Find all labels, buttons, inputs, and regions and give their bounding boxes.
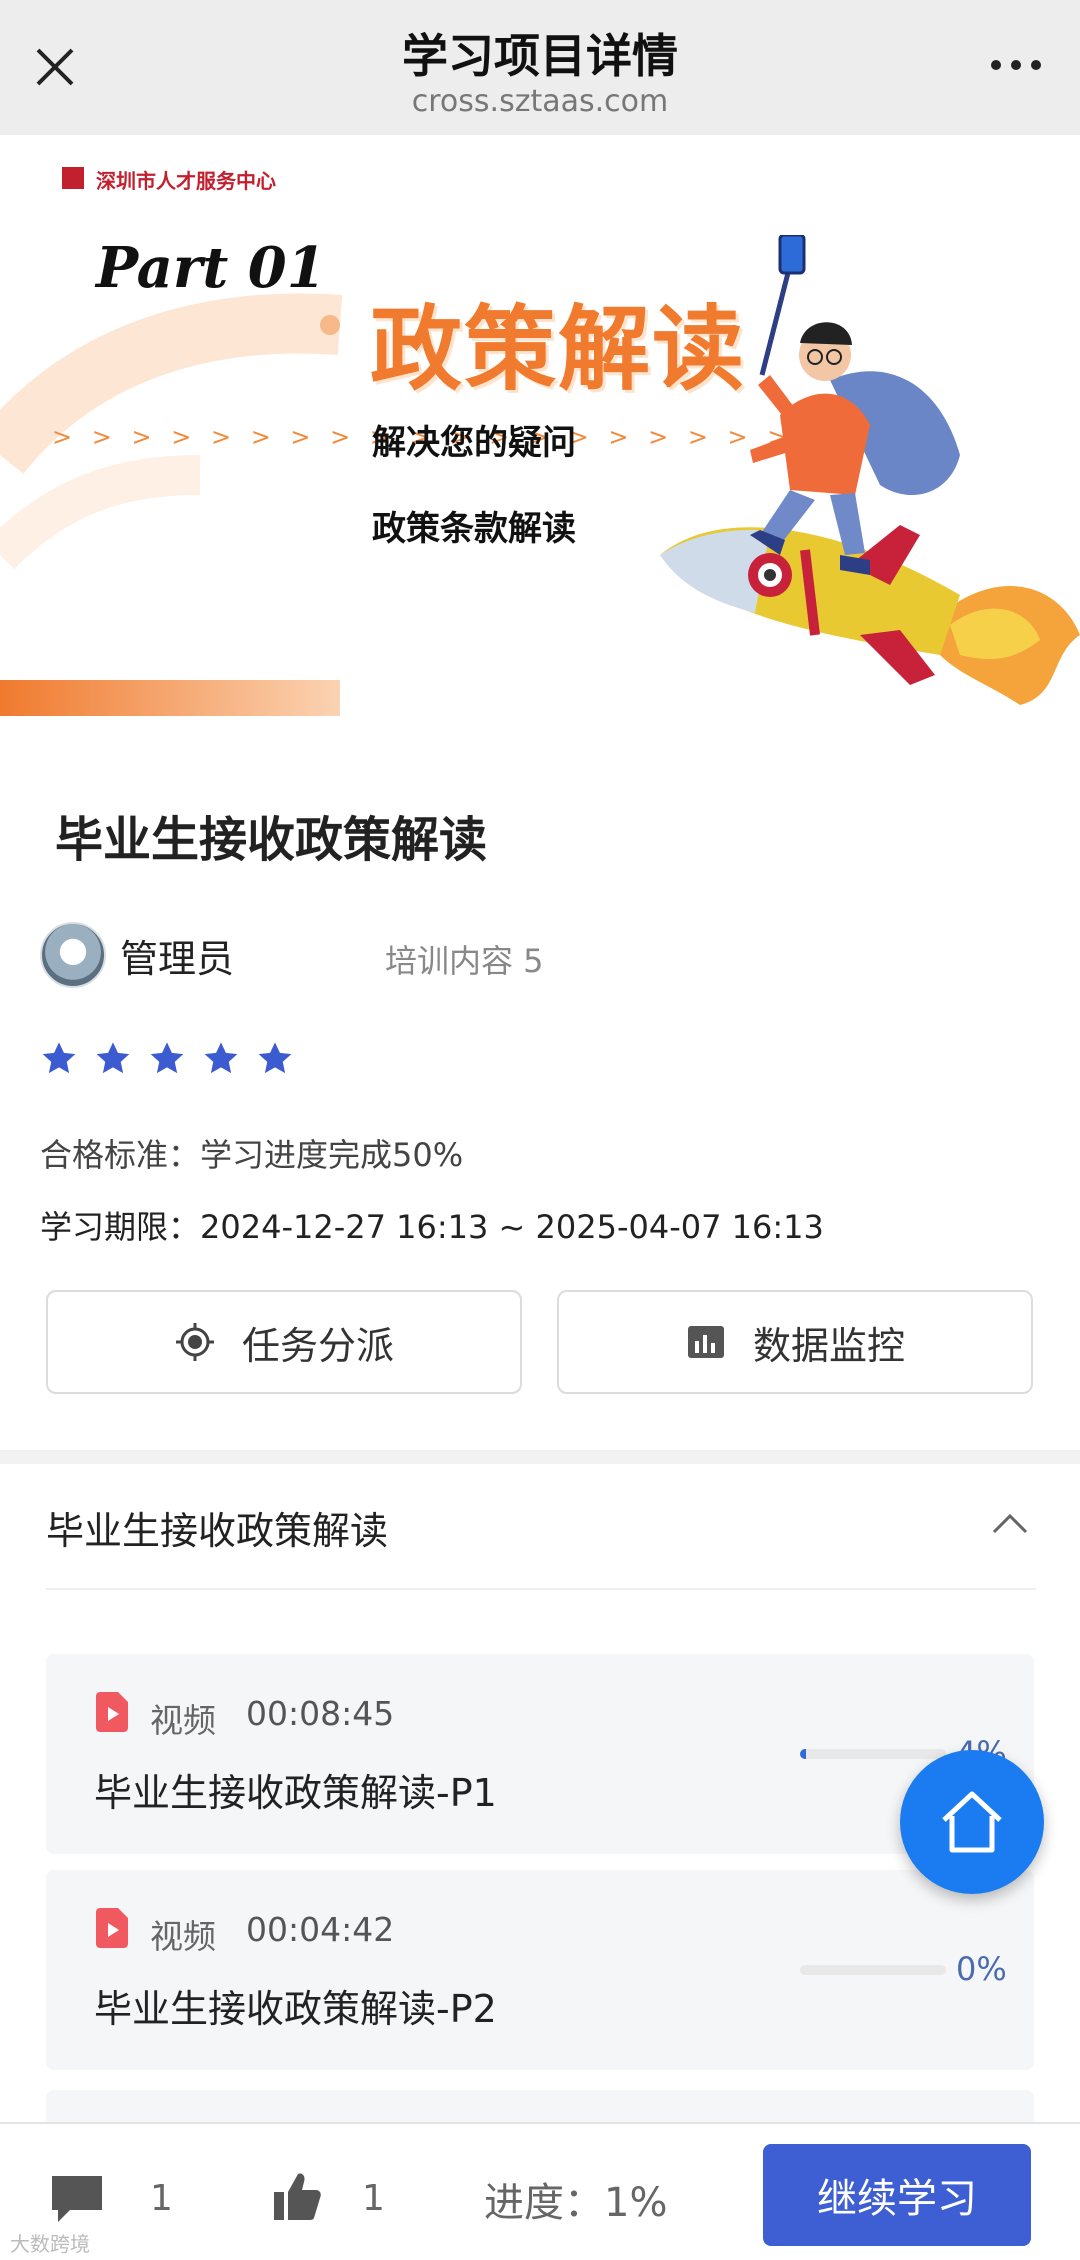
rocket-illustration: [660, 235, 1080, 705]
data-monitor-label: 数据监控: [752, 1323, 905, 1368]
lesson-progress-bar: [800, 1965, 946, 1975]
task-assign-label: 任务分派: [241, 1323, 394, 1368]
lesson-type: 视频: [150, 1701, 216, 1740]
home-button[interactable]: [900, 1750, 1044, 1894]
org-name: 深圳市人才服务中心: [96, 169, 276, 193]
comment-icon[interactable]: [50, 2174, 104, 2224]
banner-part: Part 01: [96, 235, 326, 301]
comment-count: 1: [150, 2178, 173, 2219]
lesson-type: 视频: [150, 1917, 216, 1956]
author-name: 管理员: [120, 937, 235, 981]
rating-stars: [40, 1040, 294, 1078]
like-count: 1: [362, 2178, 385, 2219]
chapter-title[interactable]: 毕业生接收政策解读: [46, 1500, 388, 1555]
overall-progress: 进度：1%: [484, 2180, 668, 2226]
lesson-duration: 00:08:45: [246, 1694, 395, 1733]
org-logo: [62, 167, 84, 189]
lesson-name: 毕业生接收政策解读-P2: [94, 1987, 497, 2031]
star-icon: [42, 1042, 76, 1074]
star-icon: [204, 1042, 238, 1074]
lesson-progress-percent: 0%: [956, 1950, 1007, 1988]
banner-line-2: 政策条款解读: [372, 509, 576, 549]
chevron-up-icon[interactable]: [990, 1508, 1030, 1538]
banner-stripe: [0, 680, 340, 716]
divider: [46, 1588, 1036, 1590]
top-bar: 学习项目详情 cross.sztaas.com: [0, 0, 1080, 135]
video-icon: [96, 1908, 128, 1948]
course-title: 毕业生接收政策解读: [55, 812, 488, 868]
section-divider: [0, 1450, 1080, 1464]
banner-line-1: 解决您的疑问: [372, 423, 576, 463]
thumbs-up-icon[interactable]: [272, 2170, 322, 2222]
target-icon: [175, 1323, 214, 1361]
training-content-count: 培训内容 5: [385, 942, 544, 980]
bar-chart-icon: [687, 1326, 724, 1358]
continue-learning-button[interactable]: 继续学习: [763, 2144, 1031, 2246]
star-icon: [258, 1042, 292, 1074]
home-icon: [942, 1791, 1002, 1853]
qualification-standard: 合格标准：学习进度完成50%: [40, 1136, 464, 1174]
star-icon: [96, 1042, 130, 1074]
lesson-duration: 00:04:42: [246, 1910, 395, 1949]
video-icon: [96, 1692, 128, 1732]
star-icon: [150, 1042, 184, 1074]
watermark: 大数跨境: [10, 2232, 90, 2256]
course-banner: 深圳市人才服务中心 Part 01 政策解读 > > > > > > > > >…: [0, 135, 1080, 745]
lesson-item[interactable]: 视频 00:08:45 毕业生接收政策解读-P1 4%: [46, 1654, 1034, 1854]
study-period: 学习期限：2024-12-27 16:13 ~ 2025-04-07 16:13: [40, 1208, 824, 1246]
data-monitor-button[interactable]: 数据监控: [557, 1290, 1033, 1394]
lesson-progress-bar: [800, 1749, 946, 1759]
more-icon[interactable]: [986, 50, 1046, 80]
bottom-bar: 1 1 进度：1% 继续学习: [0, 2122, 1080, 2260]
task-assign-button[interactable]: 任务分派: [46, 1290, 522, 1394]
lesson-item[interactable]: 视频 00:04:42 毕业生接收政策解读-P2 0%: [46, 1870, 1034, 2070]
avatar[interactable]: [40, 922, 106, 988]
lesson-name: 毕业生接收政策解读-P1: [94, 1771, 497, 1815]
page-url: cross.sztaas.com: [411, 84, 669, 119]
page-title: 学习项目详情: [402, 29, 678, 83]
